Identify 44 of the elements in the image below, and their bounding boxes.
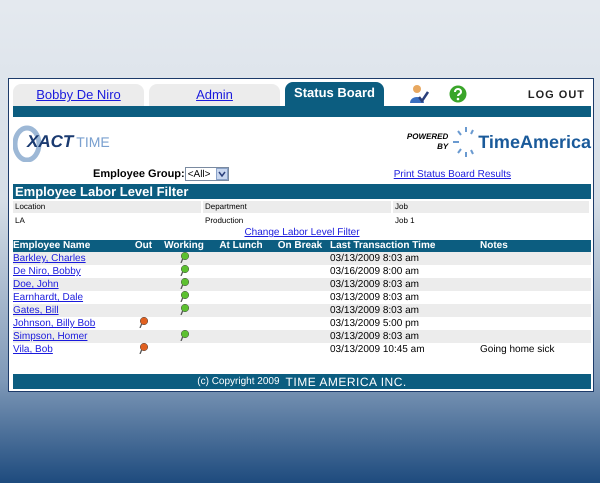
field-label: Employee Group: xyxy=(93,168,185,180)
powered-text: BY xyxy=(437,142,448,152)
filter-value: Production xyxy=(204,215,244,227)
tab[interactable]: Status Board xyxy=(285,82,384,106)
filter-value: LA xyxy=(14,215,26,227)
print-link[interactable]: Print Status Board Results xyxy=(394,168,511,180)
time-text: 03/13/2009 8:03 am xyxy=(330,305,419,316)
filter-label: Job xyxy=(393,201,589,213)
filter-label: Location xyxy=(13,201,201,213)
logout-link[interactable]: LOG OUT xyxy=(528,88,585,100)
time-text: 03/13/2009 8:03 am xyxy=(330,279,419,290)
employee-link[interactable]: De Niro, Bobby xyxy=(13,266,81,277)
logo-text: XACT xyxy=(27,132,74,152)
help-icon[interactable] xyxy=(449,84,467,102)
filter-value: Job 1 xyxy=(394,215,416,227)
group-dropdown[interactable]: <All> xyxy=(184,167,230,181)
employee-link[interactable]: Earnhardt, Dale xyxy=(13,292,84,303)
section-header: Employee Labor Level Filter xyxy=(13,184,591,199)
time-text: 03/13/2009 10:45 am xyxy=(330,344,425,355)
company-name: TIME AMERICA INC. xyxy=(286,374,407,388)
user-check-icon[interactable] xyxy=(409,84,429,104)
time-text: 03/13/2009 8:03 am xyxy=(330,253,419,264)
time-text: 03/13/2009 8:03 am xyxy=(330,331,419,342)
time-text: 03/16/2009 8:00 am xyxy=(330,266,419,277)
rays-icon xyxy=(452,125,474,159)
powered-text: POWERED xyxy=(406,132,448,142)
employee-link[interactable]: Simpson, Homer xyxy=(13,331,88,342)
employee-link[interactable]: Vila, Bob xyxy=(13,344,53,355)
employee-link[interactable]: Johnson, Billy Bob xyxy=(13,318,96,329)
employee-link[interactable]: Barkley, Charles xyxy=(13,253,86,264)
filter-label: Department xyxy=(203,201,391,213)
employee-link[interactable]: Doe, John xyxy=(13,279,59,290)
employee-link[interactable]: Gates, Bill xyxy=(13,305,59,316)
time-text: 03/13/2009 8:03 am xyxy=(330,292,419,303)
caret-icon xyxy=(216,168,228,180)
time-text: 03/13/2009 5:00 pm xyxy=(330,318,419,329)
logo-text: TIME xyxy=(76,134,110,150)
table-header: Employee Name Out Working At Lunch On Break Last Transaction Time Notes xyxy=(13,240,591,252)
change-filter-link[interactable]: Change Labor Level Filter xyxy=(244,227,360,238)
tab[interactable]: Admin xyxy=(149,84,280,106)
note-text: Going home sick xyxy=(480,344,554,355)
brand-logo-text: TimeAmerica xyxy=(478,132,591,152)
tab[interactable]: Bobby De Niro xyxy=(13,84,144,106)
copyright-text: (c) Copyright 2009 xyxy=(197,376,280,387)
